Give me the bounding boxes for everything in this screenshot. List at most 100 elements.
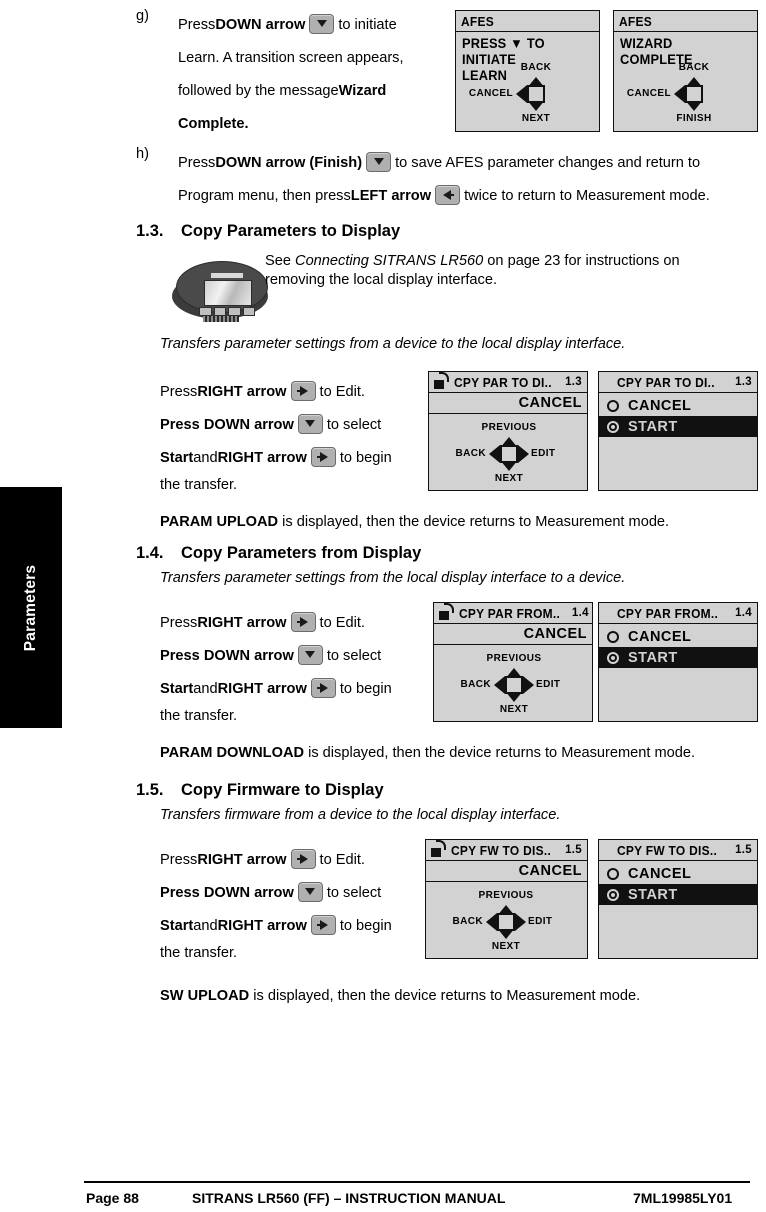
nav-label-right: EDIT	[531, 448, 556, 459]
instruction-line: the transfer.	[160, 942, 450, 964]
lcd-nav-panel: CPY FW TO DIS.. 1.5 CANCEL PREVIOUS NEXT BACK…	[425, 839, 588, 959]
lcd-value-row: CANCEL	[426, 861, 587, 882]
instruction-run: to begin	[339, 917, 392, 934]
nav-label-down: NEXT	[499, 704, 529, 715]
nav-label-down: NEXT	[494, 473, 524, 484]
device-key-up	[213, 307, 226, 316]
lcd-index: 1.4	[735, 607, 752, 619]
step-run: Learn. A transition screen appears,	[178, 49, 404, 66]
lcd-option-row[interactable]: CANCEL	[599, 395, 757, 416]
device-connector	[203, 316, 239, 322]
nav-left-arrow-icon	[494, 676, 505, 694]
lcd-option-label: CANCEL	[628, 628, 692, 645]
right-arrow-key-icon	[310, 677, 336, 698]
step-run: to initiate	[338, 16, 397, 33]
nav-label-right: EDIT	[528, 916, 553, 927]
lcd-option-list: CANCEL START	[599, 393, 757, 490]
nav-left-arrow-icon	[674, 85, 685, 103]
section-result: PARAM UPLOAD is displayed, then the devi…	[160, 514, 669, 530]
instruction-line: Press DOWN arrow to select	[160, 639, 450, 672]
result-run: PARAM DOWNLOAD	[160, 745, 305, 761]
right-arrow-key-icon	[290, 848, 316, 869]
lcd-option-row[interactable]: START	[599, 647, 757, 668]
nav-center	[685, 85, 703, 103]
note-run: on page 23 for instructions on	[483, 253, 680, 269]
nav-pad: PREVIOUS NEXT BACK EDIT	[434, 645, 592, 721]
left-arrow-key-icon	[435, 184, 461, 205]
right-arrow-key-icon	[310, 446, 336, 467]
footer-manual-title: SITRANS LR560 (FF) – INSTRUCTION MANUAL	[192, 1190, 506, 1206]
device-faceplate	[176, 261, 268, 316]
nav-pad: BACK NEXT CANCEL	[456, 32, 599, 131]
nav-center	[497, 913, 515, 931]
device-key-left	[199, 307, 212, 316]
section-intro: Transfers parameter settings from the lo…	[160, 570, 626, 586]
instruction-line: Start and RIGHT arrow to begin	[160, 909, 450, 942]
lcd-index: 1.3	[735, 376, 752, 388]
instruction-run: to Edit.	[319, 614, 365, 631]
instruction-run: and	[193, 917, 218, 934]
lcd-option-list: CANCEL START	[599, 624, 757, 721]
device-photo	[170, 255, 272, 325]
footer-page-number: Page 88	[86, 1190, 139, 1206]
instruction-run: RIGHT arrow	[217, 449, 307, 466]
lcd-body: PREVIOUS NEXT BACK EDIT	[429, 414, 587, 490]
nav-label-up: BACK	[678, 62, 710, 73]
section-heading: 1.5. Copy Firmware to Display	[136, 781, 384, 800]
lcd-value-row: CANCEL	[429, 393, 587, 414]
instruction-run: to begin	[339, 449, 392, 466]
lcd-options-panel: CPY PAR FROM.. 1.4 CANCEL START	[598, 602, 758, 722]
section-heading: 1.3. Copy Parameters to Display	[136, 222, 400, 241]
instruction-run: Press	[160, 383, 198, 400]
step-run: LEFT arrow	[350, 187, 432, 204]
nav-label-left: CANCEL	[626, 88, 671, 99]
device-logo	[211, 273, 243, 278]
lcd-title: CPY PAR TO DI..	[617, 374, 715, 390]
nav-label-down: FINISH	[676, 113, 712, 124]
instruction-line: Start and RIGHT arrow to begin	[160, 672, 450, 705]
step-marker: g)	[136, 8, 149, 24]
instruction-run: the transfer.	[160, 708, 238, 724]
result-run: is displayed, then the device returns to…	[249, 988, 641, 1004]
lcd-title: CPY PAR FROM..	[617, 605, 719, 621]
section-heading-text: Copy Parameters to Display	[181, 222, 401, 240]
device-screen	[204, 280, 252, 306]
lcd-option-label: START	[628, 886, 678, 903]
down-arrow-key-icon	[297, 413, 323, 434]
section-number: 1.3.	[136, 222, 164, 240]
footer-doc-number: 7ML19985LY01	[633, 1190, 733, 1206]
lcd-title: CPY PAR TO DI..	[454, 374, 552, 390]
lcd-body: PREVIOUS NEXT BACK EDIT	[426, 882, 587, 958]
section-note-line: removing the local display interface.	[265, 272, 497, 289]
nav-label-left: BACK	[452, 916, 483, 927]
section-heading: 1.4. Copy Parameters from Display	[136, 544, 421, 563]
nav-label-up: PREVIOUS	[486, 653, 542, 664]
lcd-option-label: CANCEL	[628, 397, 692, 414]
lcd-option-row[interactable]: START	[599, 884, 757, 905]
instruction-run: Press	[160, 851, 198, 868]
lcd-body: WIZARD COMPLETE BACK FINISH CANCEL	[614, 32, 757, 131]
lcd-option-row[interactable]: CANCEL	[599, 863, 757, 884]
lcd-header: CPY PAR FROM.. 1.4	[434, 603, 592, 624]
instruction-line: the transfer.	[160, 474, 450, 496]
down-arrow-key-icon	[309, 13, 335, 34]
result-run: is displayed, then the device returns to…	[278, 514, 670, 530]
nav-left-arrow-icon	[486, 913, 497, 931]
nav-label-down: NEXT	[491, 941, 521, 952]
nav-right-arrow-icon	[515, 913, 526, 931]
lcd-header: CPY FW TO DIS.. 1.5	[599, 840, 757, 861]
unlock-icon	[431, 840, 446, 857]
lcd-option-row[interactable]: CANCEL	[599, 626, 757, 647]
step-run: Wizard	[338, 82, 387, 99]
nav-label-up: BACK	[520, 62, 552, 73]
step-item: h) Press DOWN arrow (Finish) to save AFES…	[136, 146, 766, 212]
nav-label-right: EDIT	[536, 679, 561, 690]
lcd-title: AFES	[461, 13, 495, 29]
nav-label-down: NEXT	[521, 113, 551, 124]
instruction-line: Press DOWN arrow to select	[160, 408, 450, 441]
instruction-run: the transfer.	[160, 477, 238, 493]
lcd-option-row[interactable]: START	[599, 416, 757, 437]
result-run: is displayed, then the device returns to…	[304, 745, 696, 761]
lcd-index: 1.3	[565, 376, 582, 388]
section-instructions: Press RIGHT arrow to Edit. Press DOWN arr…	[160, 843, 450, 964]
